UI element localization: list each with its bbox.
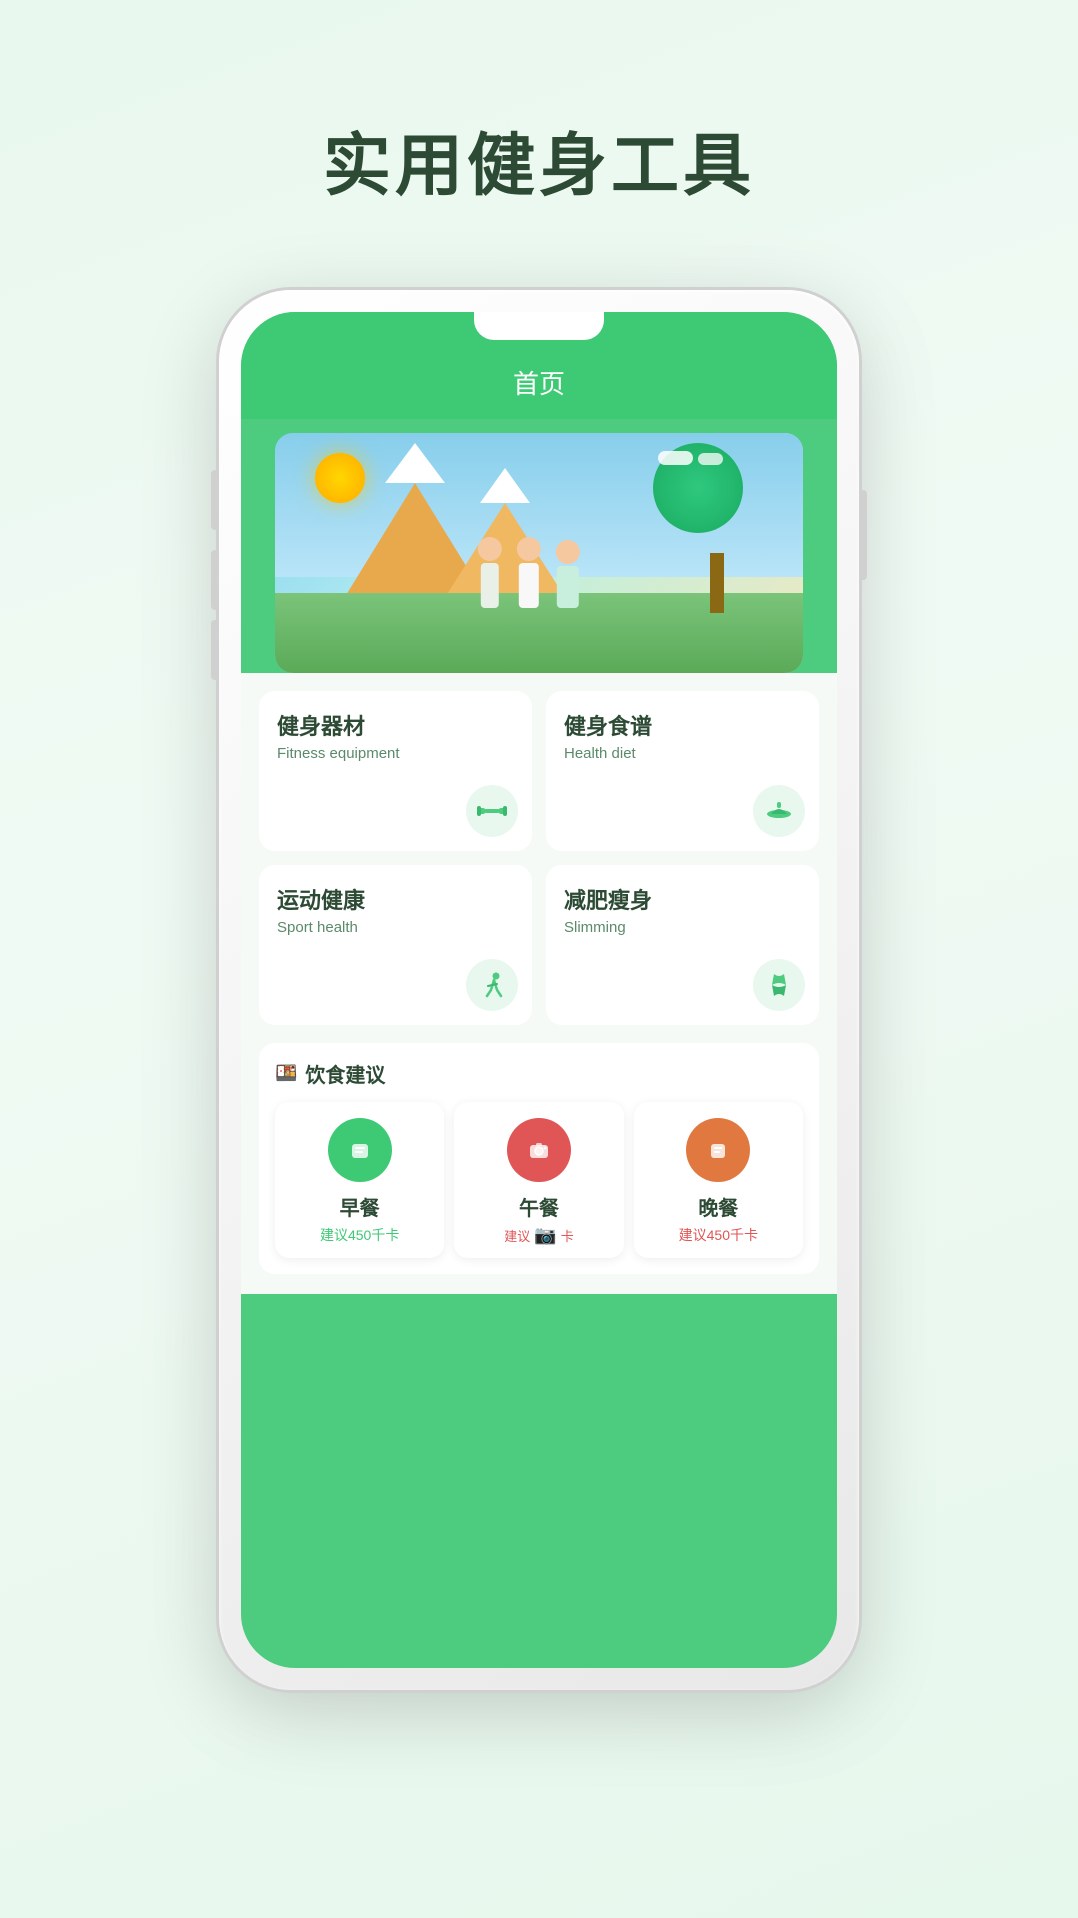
card-fitness-equipment[interactable]: 健身器材 Fitness equipment <box>259 691 532 851</box>
top-bar: 首页 <box>241 352 837 419</box>
breakfast-icon-circle <box>328 1118 392 1182</box>
diet-cards-grid: 早餐 建议450千卡 <box>275 1102 803 1258</box>
card-slimming[interactable]: 减肥瘦身 Slimming <box>546 865 819 1025</box>
banner-figures <box>478 537 580 608</box>
figure-head <box>517 537 541 561</box>
card-title-cn-1: 健身器材 <box>277 709 514 741</box>
diet-header-label: 饮食建议 <box>305 1059 385 1088</box>
notch <box>474 312 604 340</box>
runner-figure-2 <box>517 537 541 608</box>
lunch-name: 午餐 <box>464 1192 613 1221</box>
card-icon-4 <box>753 959 805 1011</box>
runner-figure-3 <box>556 540 580 608</box>
breakfast-name: 早餐 <box>285 1192 434 1221</box>
diet-card-breakfast[interactable]: 早餐 建议450千卡 <box>275 1102 444 1258</box>
top-bar-label: 首页 <box>513 369 565 399</box>
figure-head <box>556 540 580 564</box>
diet-header: 🍱 饮食建议 <box>275 1059 803 1088</box>
phone-mockup: 首页 <box>219 290 859 1690</box>
card-title-cn-2: 健身食谱 <box>564 709 801 741</box>
card-title-en-2: Health diet <box>564 745 801 762</box>
status-bar <box>241 312 837 352</box>
card-icon-1 <box>466 785 518 837</box>
clouds <box>658 451 723 465</box>
lunch-icon-circle <box>507 1118 571 1182</box>
page-title: 实用健身工具 <box>0 0 1078 209</box>
phone-screen: 首页 <box>241 312 837 1668</box>
dinner-icon-circle <box>686 1118 750 1182</box>
dinner-name: 晚餐 <box>644 1192 793 1221</box>
card-icon-2 <box>753 785 805 837</box>
runner-figure-1 <box>478 537 502 608</box>
card-icon-3 <box>466 959 518 1011</box>
card-title-cn-3: 运动健康 <box>277 883 514 915</box>
tree-trunk <box>710 553 724 613</box>
screen-content: 健身器材 Fitness equipment <box>241 673 837 1294</box>
card-title-en-3: Sport health <box>277 919 514 936</box>
diet-section: 🍱 饮食建议 早餐 建议450千卡 <box>259 1043 819 1274</box>
figure-head <box>478 537 502 561</box>
diet-card-dinner[interactable]: 晚餐 建议450千卡 <box>634 1102 803 1258</box>
banner-tree <box>691 463 743 613</box>
cloud-1 <box>658 451 693 465</box>
feature-grid: 健身器材 Fitness equipment <box>259 691 819 1025</box>
diet-header-icon: 🍱 <box>275 1063 297 1084</box>
dinner-kcal: 建议450千卡 <box>644 1225 793 1245</box>
lunch-kcal-prefix: 建议 <box>504 1226 530 1245</box>
card-health-diet[interactable]: 健身食谱 Health diet <box>546 691 819 851</box>
cloud-2 <box>698 453 723 465</box>
card-sport-health[interactable]: 运动健康 Sport health <box>259 865 532 1025</box>
diet-card-lunch[interactable]: 午餐 建议 📷 卡 <box>454 1102 623 1258</box>
card-title-cn-4: 减肥瘦身 <box>564 883 801 915</box>
banner-illustration <box>275 433 803 673</box>
card-title-en-4: Slimming <box>564 919 801 936</box>
breakfast-kcal: 建议450千卡 <box>285 1225 434 1245</box>
lunch-camera-icon: 📷 <box>534 1225 556 1246</box>
card-title-en-1: Fitness equipment <box>277 745 514 762</box>
lunch-kcal-suffix: 卡 <box>561 1226 574 1245</box>
